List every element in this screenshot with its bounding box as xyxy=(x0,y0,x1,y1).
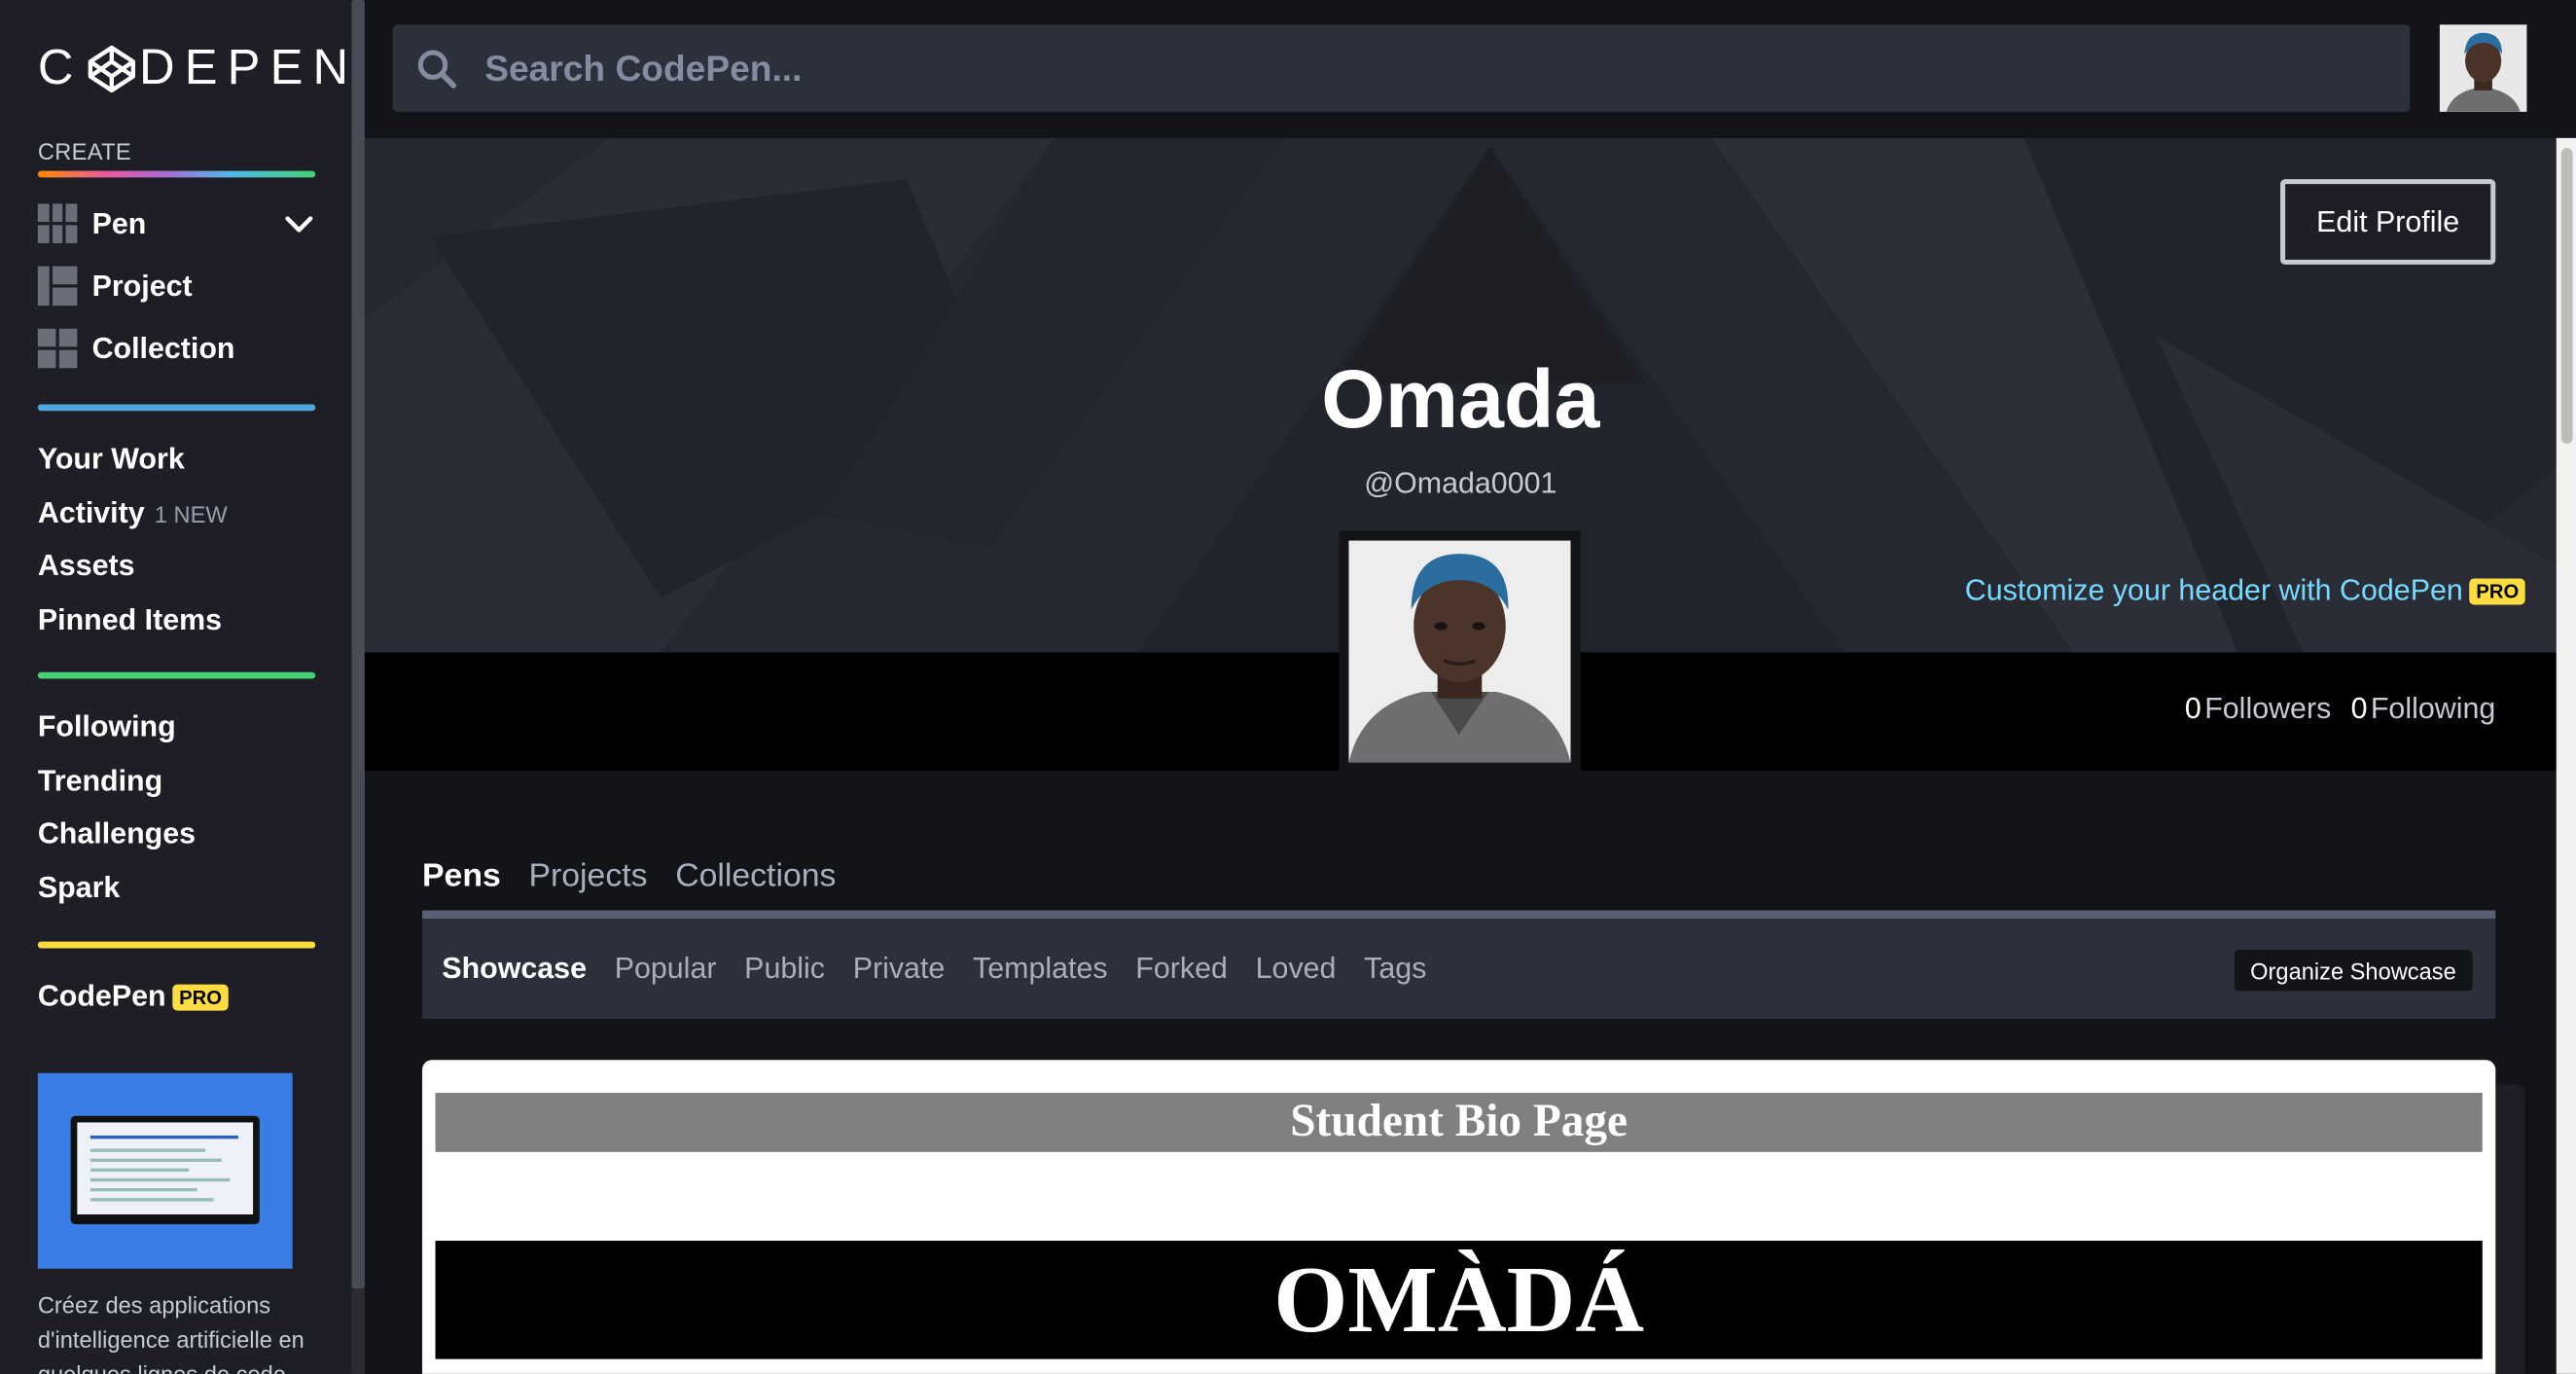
create-divider xyxy=(37,170,316,178)
laptop-illustration xyxy=(70,1115,260,1225)
pen-card-stack xyxy=(2495,1084,2525,1374)
customize-pro-badge: PRO xyxy=(2469,577,2526,604)
sidebar-scrollbar-thumb[interactable] xyxy=(351,0,365,1289)
follow-stats: 0 Followers 0 Following xyxy=(2185,692,2495,726)
codepen-pro-link[interactable]: CodePen PRO xyxy=(38,980,229,1014)
subtab-showcase[interactable]: Showcase xyxy=(442,952,587,986)
subtab-forked[interactable]: Forked xyxy=(1135,952,1228,986)
customize-header-link[interactable]: Customize your header with CodePen PRO xyxy=(1964,573,2526,607)
search-bar[interactable] xyxy=(392,24,2411,112)
profile-handle: @Omada0001 xyxy=(1364,466,1557,500)
nav-activity-label: Activity xyxy=(37,496,145,529)
followers-label: Followers xyxy=(2204,691,2332,725)
nav-trending[interactable]: Trending xyxy=(38,764,162,798)
nav-challenges[interactable]: Challenges xyxy=(38,816,196,850)
project-icon xyxy=(37,266,78,307)
pen-preview-title: Student Bio Page xyxy=(435,1093,2483,1152)
chevron-down-icon[interactable] xyxy=(282,208,315,241)
edit-profile-button[interactable]: Edit Profile xyxy=(2280,179,2496,265)
following-label: Following xyxy=(2370,691,2496,725)
create-pen-button[interactable]: Pen xyxy=(37,202,147,245)
nav-activity[interactable]: Activity 1 NEW xyxy=(38,496,228,530)
user-avatar[interactable] xyxy=(2439,24,2527,112)
nav-your-work[interactable]: Your Work xyxy=(38,442,185,476)
nav-assets[interactable]: Assets xyxy=(38,549,135,583)
nav-spark[interactable]: Spark xyxy=(38,871,120,905)
profile-name: Omada xyxy=(1321,353,1600,446)
ad-text[interactable]: Créez des applications d'intelligence ar… xyxy=(38,1288,334,1374)
following-link[interactable]: 0 Following xyxy=(2351,692,2496,726)
profile-tabs: Pens Projects Collections xyxy=(422,858,836,896)
create-label: CREATE xyxy=(37,137,132,164)
search-icon xyxy=(417,49,456,88)
nav-divider-yellow xyxy=(37,941,316,949)
nav-following[interactable]: Following xyxy=(38,710,176,744)
pro-badge: PRO xyxy=(172,983,229,1010)
organize-showcase-button[interactable]: Organize Showcase xyxy=(2234,950,2473,992)
create-pen-label: Pen xyxy=(91,205,147,239)
codepen-cube-icon xyxy=(88,45,135,93)
subtab-loved[interactable]: Loved xyxy=(1256,952,1337,986)
create-collection-button[interactable]: Collection xyxy=(37,327,235,370)
tab-pens[interactable]: Pens xyxy=(422,858,501,896)
nav-divider-green xyxy=(37,671,316,679)
create-project-label: Project xyxy=(91,269,193,302)
pen-preview-card[interactable]: Student Bio Page OMÀDÁ xyxy=(422,1060,2496,1374)
pen-icon xyxy=(37,203,78,243)
tab-projects[interactable]: Projects xyxy=(528,858,647,896)
nav-pinned-items[interactable]: Pinned Items xyxy=(38,603,222,637)
tabs-underline xyxy=(422,910,2496,920)
following-count: 0 xyxy=(2350,691,2368,725)
activity-new-badge: 1 NEW xyxy=(154,501,228,528)
codepen-logo[interactable]: C DEPEN xyxy=(38,40,358,99)
logo-text-left: C xyxy=(37,41,84,95)
subtab-templates[interactable]: Templates xyxy=(973,952,1108,986)
pen-preview-name: OMÀDÁ xyxy=(435,1241,2483,1359)
subtab-public[interactable]: Public xyxy=(744,952,825,986)
tab-collections[interactable]: Collections xyxy=(675,858,836,896)
customize-header-label: Customize your header with CodePen xyxy=(1964,573,2463,607)
subtab-private[interactable]: Private xyxy=(853,952,946,986)
search-input[interactable] xyxy=(484,47,2292,90)
followers-count: 0 xyxy=(2184,691,2201,725)
page-scrollbar-thumb[interactable] xyxy=(2560,147,2573,444)
pens-subnav: Showcase Popular Public Private Template… xyxy=(422,919,2496,1020)
subtab-tags[interactable]: Tags xyxy=(1364,952,1426,986)
ad-image[interactable] xyxy=(37,1072,293,1269)
codepen-pro-label: CodePen xyxy=(37,979,166,1013)
create-project-button[interactable]: Project xyxy=(37,265,193,307)
nav-divider-blue xyxy=(37,404,316,412)
profile-picture[interactable] xyxy=(1339,530,1581,773)
collection-icon xyxy=(37,328,78,369)
create-collection-label: Collection xyxy=(91,331,235,365)
subtab-popular[interactable]: Popular xyxy=(615,952,717,986)
followers-link[interactable]: 0 Followers xyxy=(2185,692,2331,726)
logo-text-right: DEPEN xyxy=(138,41,359,95)
